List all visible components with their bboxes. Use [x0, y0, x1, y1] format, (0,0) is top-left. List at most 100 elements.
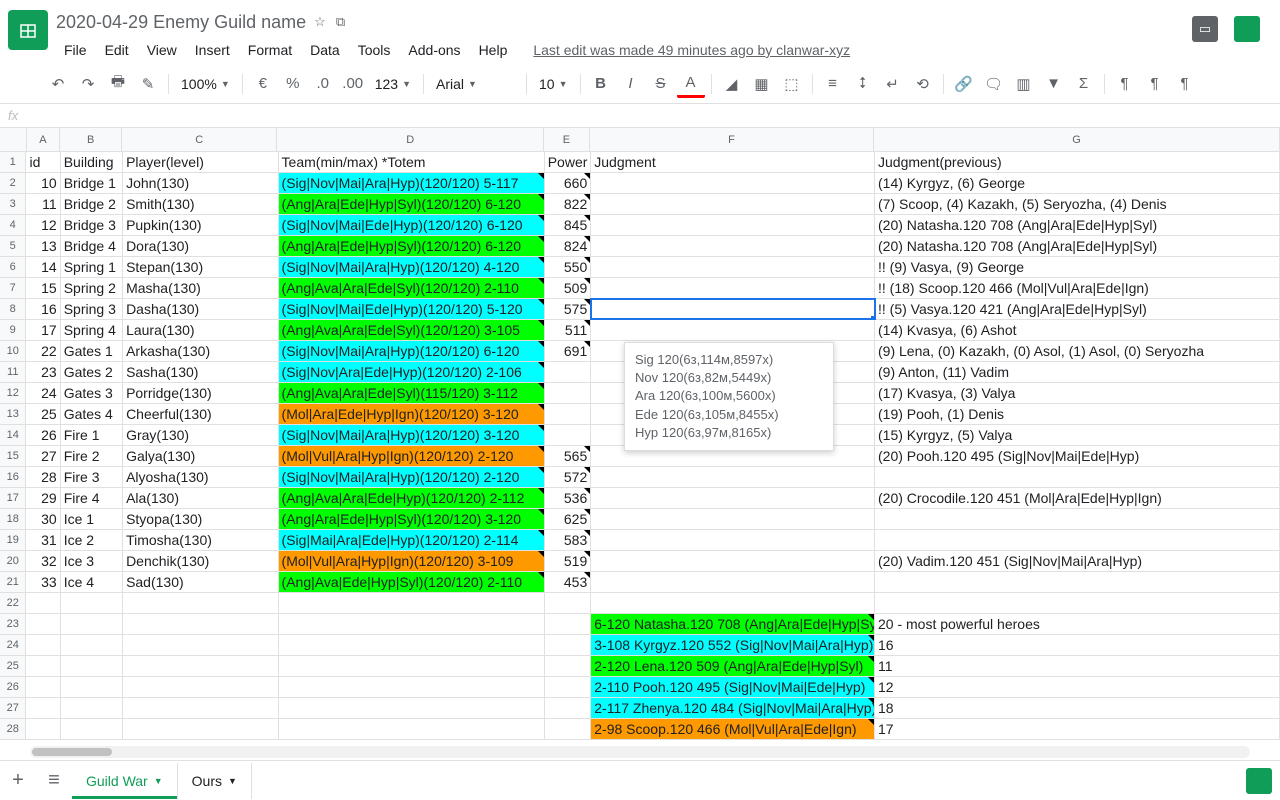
cell[interactable]: 572 [545, 467, 592, 487]
cell[interactable]: 17 [875, 719, 1280, 739]
cell[interactable] [591, 593, 875, 613]
cell[interactable]: 20 - most powerful heroes [875, 614, 1280, 634]
cell[interactable]: 30 [26, 509, 60, 529]
cell[interactable]: (Ang|Ara|Ede|Hyp|Syl)(120/120) 3-120 [279, 509, 545, 529]
cell[interactable]: 550 [545, 257, 592, 277]
row-header[interactable]: 26 [0, 677, 26, 697]
col-header-G[interactable]: G [874, 128, 1280, 151]
cell[interactable]: Timosha(130) [123, 530, 278, 550]
number-format-select[interactable]: 123▼ [369, 70, 417, 98]
row-header[interactable]: 5 [0, 236, 26, 256]
ltr-button[interactable]: ¶ [1111, 70, 1139, 98]
cell[interactable]: (Sig|Nov|Mai|Ede|Hyp)(120/120) 5-120 [279, 299, 545, 319]
text-color-button[interactable]: A [677, 70, 705, 98]
cell[interactable]: 32 [26, 551, 60, 571]
cell[interactable]: 18 [875, 698, 1280, 718]
strike-button[interactable]: S [647, 70, 675, 98]
cell[interactable] [279, 698, 545, 718]
cell[interactable] [123, 698, 278, 718]
increase-decimal-button[interactable]: .00 [339, 70, 367, 98]
menu-data[interactable]: Data [302, 38, 348, 62]
cell[interactable]: 11 [875, 656, 1280, 676]
cell[interactable]: 822 [545, 194, 592, 214]
cell[interactable]: 453 [545, 572, 592, 592]
cell[interactable]: (Mol|Ara|Ede|Hyp|Ign)(120/120) 3-120 [279, 404, 545, 424]
select-all-corner[interactable] [0, 128, 27, 151]
cell[interactable]: id [26, 152, 60, 172]
cell[interactable]: Alyosha(130) [123, 467, 278, 487]
cell[interactable]: (14) Kvasya, (6) Ashot [875, 320, 1280, 340]
cell[interactable]: Ice 3 [61, 551, 123, 571]
chart-button[interactable]: ▥ [1010, 70, 1038, 98]
cell[interactable] [875, 530, 1280, 550]
menu-addons[interactable]: Add-ons [400, 38, 468, 62]
cell[interactable]: 625 [545, 509, 592, 529]
cell[interactable]: Fire 1 [61, 425, 123, 445]
cell[interactable] [545, 383, 592, 403]
cell[interactable] [591, 173, 875, 193]
cell[interactable]: Building [61, 152, 123, 172]
bold-button[interactable]: B [587, 70, 615, 98]
cell[interactable]: 845 [545, 215, 592, 235]
row-header[interactable]: 20 [0, 551, 26, 571]
col-header-A[interactable]: A [27, 128, 61, 151]
cell[interactable]: 660 [545, 173, 592, 193]
row-header[interactable]: 4 [0, 215, 26, 235]
row-header[interactable]: 2 [0, 173, 26, 193]
cell[interactable]: 2-98 Scoop.120 466 (Mol|Vul|Ara|Ede|Ign) [591, 719, 875, 739]
cell[interactable]: (20) Natasha.120 708 (Ang|Ara|Ede|Hyp|Sy… [875, 215, 1280, 235]
zoom-select[interactable]: 100%▼ [175, 70, 236, 98]
cell[interactable]: 29 [26, 488, 60, 508]
functions-button[interactable]: Σ [1070, 70, 1098, 98]
cell[interactable]: Bridge 1 [61, 173, 123, 193]
decrease-decimal-button[interactable]: .0 [309, 70, 337, 98]
row-header[interactable]: 3 [0, 194, 26, 214]
row-header[interactable]: 9 [0, 320, 26, 340]
tab-ours[interactable]: Ours▼ [178, 763, 252, 799]
cell[interactable]: 13 [26, 236, 60, 256]
cell[interactable]: 519 [545, 551, 592, 571]
cell[interactable] [123, 677, 278, 697]
cell[interactable]: (9) Anton, (11) Vadim [875, 362, 1280, 382]
cell[interactable]: 26 [26, 425, 60, 445]
menu-file[interactable]: File [56, 38, 95, 62]
comments-icon[interactable]: ▭ [1192, 16, 1218, 42]
cell[interactable]: 511 [545, 320, 592, 340]
tab-guild-war[interactable]: Guild War▼ [72, 763, 178, 799]
cell[interactable] [26, 593, 60, 613]
cell[interactable]: 16 [875, 635, 1280, 655]
cell[interactable] [545, 362, 592, 382]
col-header-B[interactable]: B [60, 128, 122, 151]
cell[interactable]: !! (9) Vasya, (9) George [875, 257, 1280, 277]
italic-button[interactable]: I [617, 70, 645, 98]
cell[interactable] [26, 635, 60, 655]
cell[interactable]: 31 [26, 530, 60, 550]
row-header[interactable]: 27 [0, 698, 26, 718]
row-header[interactable]: 13 [0, 404, 26, 424]
star-icon[interactable]: ☆ [314, 14, 326, 30]
cell[interactable]: (17) Kvasya, (3) Valya [875, 383, 1280, 403]
cell[interactable]: (Sig|Mai|Ara|Ede|Hyp)(120/120) 2-114 [279, 530, 545, 550]
cell[interactable]: Sad(130) [123, 572, 278, 592]
cell[interactable] [123, 635, 278, 655]
cell[interactable] [545, 635, 592, 655]
row-header[interactable]: 18 [0, 509, 26, 529]
cell[interactable] [26, 677, 60, 697]
row-header[interactable]: 21 [0, 572, 26, 592]
cell[interactable]: 565 [545, 446, 592, 466]
row-header[interactable]: 16 [0, 467, 26, 487]
cell[interactable]: (Sig|Nov|Mai|Ara|Hyp)(120/120) 5-117 [279, 173, 545, 193]
cell[interactable] [591, 572, 875, 592]
cell[interactable]: Fire 4 [61, 488, 123, 508]
cell[interactable] [591, 320, 875, 340]
cell[interactable] [61, 719, 123, 739]
cell[interactable]: 24 [26, 383, 60, 403]
cell[interactable] [875, 509, 1280, 529]
cell[interactable]: Ala(130) [123, 488, 278, 508]
cell[interactable]: 575 [545, 299, 592, 319]
cell[interactable]: Gates 1 [61, 341, 123, 361]
cell[interactable] [591, 467, 875, 487]
cell[interactable] [26, 614, 60, 634]
valign-button[interactable]: ⭥ [849, 70, 877, 98]
cell[interactable]: !! (18) Scoop.120 466 (Mol|Vul|Ara|Ede|I… [875, 278, 1280, 298]
